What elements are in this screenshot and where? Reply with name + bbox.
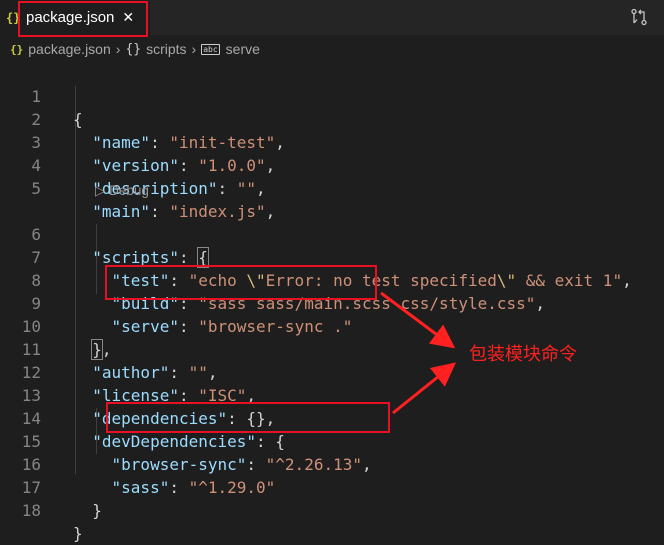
annotation-arrows xyxy=(380,291,457,415)
arrow-to-browser-sync xyxy=(392,362,457,415)
arrow-to-serve xyxy=(380,291,456,349)
line-number: 18 xyxy=(21,501,41,520)
annotation-label: 包装模块命令 xyxy=(469,344,577,365)
